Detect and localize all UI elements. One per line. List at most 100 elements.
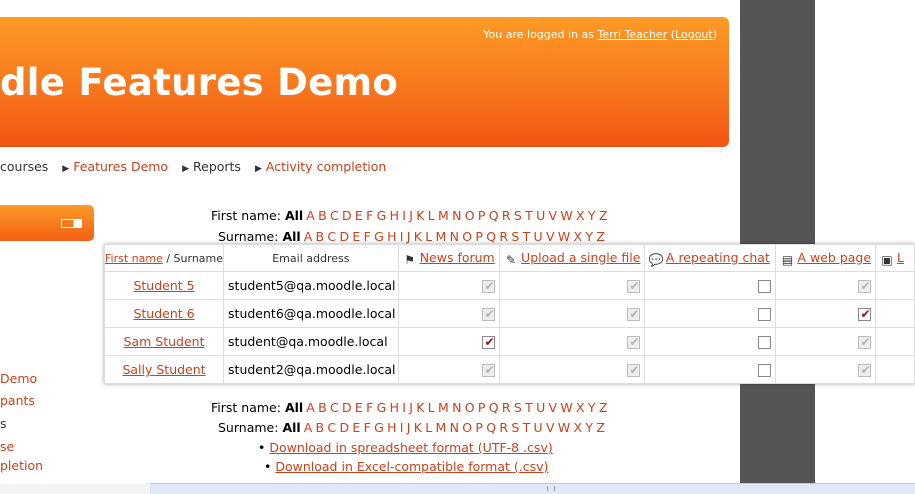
firstname-initial-n[interactable]: N [452, 208, 461, 223]
firstname-initial-k[interactable]: K [416, 400, 424, 415]
firstname-initial-u[interactable]: U [536, 208, 545, 223]
surname-initial-s[interactable]: S [511, 229, 519, 244]
firstname-initial-b[interactable]: B [318, 208, 327, 223]
surname-initial-j[interactable]: J [407, 420, 411, 435]
firstname-initial-e[interactable]: E [355, 208, 363, 223]
surname-initial-w[interactable]: W [558, 229, 570, 244]
activity-link[interactable]: News forum [420, 250, 495, 265]
firstname-initial-m[interactable]: M [438, 208, 449, 223]
firstname-initial-s[interactable]: S [514, 400, 522, 415]
surname-initial-e[interactable]: E [352, 420, 360, 435]
firstname-initial-k[interactable]: K [416, 208, 424, 223]
user-profile-link[interactable]: Terri Teacher [598, 28, 668, 41]
firstname-initial-j[interactable]: J [409, 400, 413, 415]
firstname-initial-o[interactable]: O [465, 208, 475, 223]
firstname-initial-v[interactable]: V [549, 400, 558, 415]
firstname-initial-q[interactable]: Q [489, 208, 499, 223]
surname-initial-z[interactable]: Z [596, 229, 605, 244]
firstname-initial-m[interactable]: M [438, 400, 449, 415]
firstname-initial-p[interactable]: P [478, 208, 486, 223]
surname-initial-e[interactable]: E [352, 229, 360, 244]
activity-link[interactable]: Upload a single file [521, 250, 640, 265]
surname-initial-v[interactable]: V [546, 229, 555, 244]
surname-initial-z[interactable]: Z [596, 420, 605, 435]
header-activity-news-forum[interactable]: ⚑ News forum [397, 244, 501, 272]
firstname-initial-a[interactable]: A [306, 400, 315, 415]
surname-initial-j[interactable]: J [407, 229, 411, 244]
firstname-initial-i[interactable]: I [402, 208, 406, 223]
surname-initial-c[interactable]: C [327, 420, 336, 435]
firstname-initial-b[interactable]: B [318, 400, 327, 415]
firstname-initial-n[interactable]: N [452, 400, 461, 415]
manual-completion-checkbox[interactable] [758, 280, 772, 293]
firstname-initial-x[interactable]: X [576, 208, 585, 223]
logout-link[interactable]: Logout [675, 28, 713, 41]
surname-initial-x[interactable]: X [574, 420, 583, 435]
firstname-initial-j[interactable]: J [409, 208, 413, 223]
surname-initial-y[interactable]: Y [585, 229, 593, 244]
firstname-initial-d[interactable]: D [342, 400, 352, 415]
surname-initial-q[interactable]: Q [486, 229, 496, 244]
activity-link[interactable]: L [897, 250, 904, 265]
firstname-initial-v[interactable]: V [549, 208, 558, 223]
horizontal-scrollbar[interactable] [150, 483, 915, 494]
firstname-initial-f[interactable]: F [366, 208, 373, 223]
sidebar-item-completion[interactable]: pletion [0, 458, 43, 473]
firstname-initial-t[interactable]: T [525, 208, 533, 223]
block-dock-icon[interactable] [61, 219, 82, 228]
sort-firstname-link[interactable]: First name [105, 252, 163, 265]
firstname-initial-c[interactable]: C [330, 400, 339, 415]
surname-initial-d[interactable]: D [339, 229, 349, 244]
manual-completion-checkbox[interactable] [758, 364, 772, 377]
firstname-initial-i[interactable]: I [402, 400, 406, 415]
firstname-initial-f[interactable]: F [366, 400, 373, 415]
surname-initial-f[interactable]: F [364, 420, 371, 435]
firstname-initial-c[interactable]: C [330, 208, 339, 223]
student-name-link[interactable]: Sally Student [122, 362, 205, 377]
firstname-initial-l[interactable]: L [428, 208, 435, 223]
firstname-initial-h[interactable]: H [390, 400, 399, 415]
firstname-initial-z[interactable]: Z [599, 400, 608, 415]
surname-initial-i[interactable]: I [400, 420, 404, 435]
firstname-initial-z[interactable]: Z [599, 208, 608, 223]
firstname-initial-g[interactable]: G [377, 400, 387, 415]
surname-initial-w[interactable]: W [558, 420, 570, 435]
firstname-initial-d[interactable]: D [342, 208, 352, 223]
surname-initial-p[interactable]: P [475, 420, 483, 435]
header-activity-upload[interactable]: ✎ Upload a single file [499, 244, 645, 272]
surname-initial-u[interactable]: U [534, 229, 543, 244]
header-activity-chat[interactable]: 💬 A repeating chat [643, 244, 777, 272]
surname-initial-n[interactable]: N [450, 420, 459, 435]
surname-initial-l[interactable]: L [425, 229, 432, 244]
surname-initial-l[interactable]: L [425, 420, 432, 435]
surname-initial-a[interactable]: A [304, 420, 313, 435]
surname-initial-g[interactable]: G [374, 229, 384, 244]
firstname-initial-l[interactable]: L [428, 400, 435, 415]
surname-initial-p[interactable]: P [475, 229, 483, 244]
surname-initial-n[interactable]: N [450, 229, 459, 244]
manual-completion-checkbox[interactable]: ✔ [858, 307, 872, 321]
firstname-initial-o[interactable]: O [465, 400, 475, 415]
header-activity-web-page[interactable]: ▤ A web page [775, 244, 877, 272]
header-activity-lesson[interactable]: ▣ L [875, 244, 915, 272]
firstname-initial-u[interactable]: U [536, 400, 545, 415]
breadcrumb-courses[interactable]: courses [0, 159, 48, 174]
firstname-initial-s[interactable]: S [514, 208, 522, 223]
student-name-link[interactable]: Student 5 [133, 278, 194, 293]
breadcrumb-activity-completion[interactable]: Activity completion [266, 159, 386, 174]
surname-initial-k[interactable]: K [414, 229, 422, 244]
firstname-initial-r[interactable]: R [502, 208, 511, 223]
surname-initial-i[interactable]: I [400, 229, 404, 244]
surname-initial-m[interactable]: M [436, 229, 447, 244]
student-name-link[interactable]: Sam Student [124, 334, 205, 349]
scrollbar-grip-icon[interactable] [547, 486, 555, 491]
surname-initial-a[interactable]: A [304, 229, 313, 244]
manual-completion-checkbox[interactable]: ✔ [482, 335, 496, 349]
surname-initial-k[interactable]: K [414, 420, 422, 435]
breadcrumb-features-demo[interactable]: Features Demo [73, 159, 168, 174]
firstname-initial-w[interactable]: W [560, 208, 572, 223]
sidebar-item-demo[interactable]: Demo [0, 371, 37, 386]
firstname-initial-y[interactable]: Y [588, 208, 596, 223]
surname-initial-o[interactable]: O [462, 229, 472, 244]
surname-initial-d[interactable]: D [339, 420, 349, 435]
